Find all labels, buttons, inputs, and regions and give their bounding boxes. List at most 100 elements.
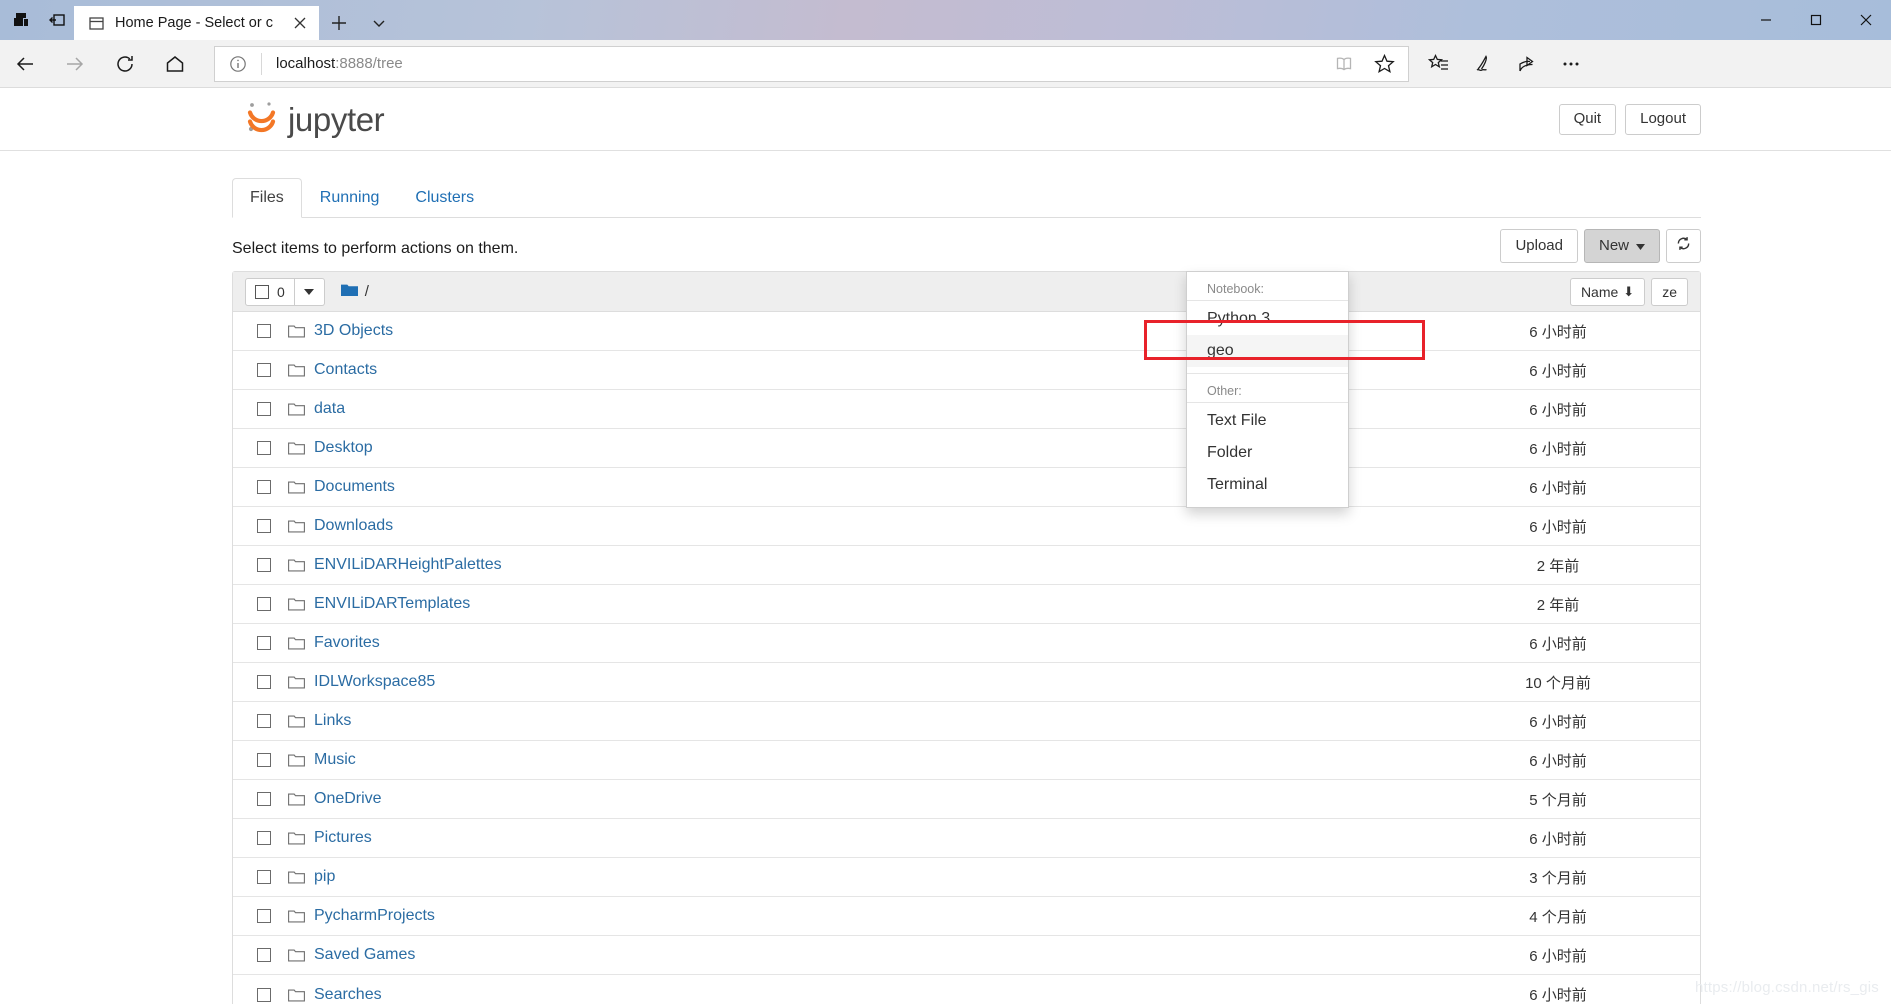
table-row[interactable]: Searches 6 小时前 xyxy=(233,975,1700,1004)
file-name-link[interactable]: pip xyxy=(314,868,1428,886)
tab-clusters[interactable]: Clusters xyxy=(397,178,492,218)
favorites-hub-icon[interactable] xyxy=(1417,44,1461,84)
file-modified-time: 6 小时前 xyxy=(1529,752,1587,770)
table-row[interactable]: 3D Objects 6 小时前 xyxy=(233,312,1700,351)
row-checkbox[interactable] xyxy=(257,558,271,572)
file-name-link[interactable]: Links xyxy=(314,712,1428,730)
file-name-link[interactable]: Searches xyxy=(314,986,1428,1004)
select-all-dropdown[interactable] xyxy=(294,277,325,306)
web-note-icon[interactable] xyxy=(1461,44,1505,84)
sort-by-size-button[interactable]: ze xyxy=(1651,278,1688,306)
breadcrumb[interactable]: / xyxy=(340,283,369,301)
table-row[interactable]: Saved Games 6 小时前 xyxy=(233,936,1700,975)
more-icon[interactable] xyxy=(1549,44,1593,84)
row-checkbox[interactable] xyxy=(257,792,271,806)
window-stack-icon[interactable] xyxy=(10,9,32,31)
row-checkbox[interactable] xyxy=(257,948,271,962)
sort-name-label: Name xyxy=(1580,284,1619,300)
row-checkbox[interactable] xyxy=(257,714,271,728)
table-row[interactable]: Contacts 6 小时前 xyxy=(233,351,1700,390)
file-name-link[interactable]: ENVILiDARHeightPalettes xyxy=(314,556,1428,574)
folder-icon xyxy=(288,558,305,572)
file-name-link[interactable]: Music xyxy=(314,751,1428,769)
tab-files[interactable]: Files xyxy=(232,178,302,218)
new-tab-button[interactable] xyxy=(319,6,359,40)
jupyter-logo-icon xyxy=(245,99,279,140)
home-icon[interactable] xyxy=(150,44,200,84)
table-row[interactable]: Desktop 6 小时前 xyxy=(233,429,1700,468)
close-icon[interactable] xyxy=(289,12,311,34)
menu-item-python3[interactable]: Python 3 xyxy=(1187,303,1348,335)
row-checkbox[interactable] xyxy=(257,831,271,845)
file-name-link[interactable]: Saved Games xyxy=(314,946,1428,964)
row-checkbox[interactable] xyxy=(257,909,271,923)
share-icon[interactable] xyxy=(1505,44,1549,84)
new-button[interactable]: New xyxy=(1583,229,1660,263)
book-icon[interactable] xyxy=(1326,47,1362,81)
file-name-link[interactable]: Favorites xyxy=(314,634,1428,652)
table-row[interactable]: Links 6 小时前 xyxy=(233,702,1700,741)
row-checkbox[interactable] xyxy=(257,519,271,533)
row-checkbox[interactable] xyxy=(257,987,271,1002)
row-checkbox[interactable] xyxy=(257,597,271,611)
back-arrow-icon[interactable] xyxy=(0,44,50,84)
menu-item-geo[interactable]: geo xyxy=(1187,335,1348,367)
table-row[interactable]: OneDrive 5 个月前 xyxy=(233,780,1700,819)
refresh-icon[interactable] xyxy=(100,44,150,84)
menu-item-terminal[interactable]: Terminal xyxy=(1187,469,1348,501)
table-row[interactable]: ENVILiDARTemplates 2 年前 xyxy=(233,585,1700,624)
browser-tab[interactable]: Home Page - Select or c xyxy=(74,6,319,40)
table-row[interactable]: ENVILiDARHeightPalettes 2 年前 xyxy=(233,546,1700,585)
address-bar[interactable]: localhost:8888/tree xyxy=(214,45,1409,82)
row-checkbox[interactable] xyxy=(257,480,271,494)
row-checkbox[interactable] xyxy=(257,675,271,689)
sort-by-name-button[interactable]: Name ⬇ xyxy=(1569,278,1646,306)
table-row[interactable]: PycharmProjects 4 个月前 xyxy=(233,897,1700,936)
select-all-group: 0 xyxy=(245,277,325,306)
table-row[interactable]: Music 6 小时前 xyxy=(233,741,1700,780)
menu-item-text-file[interactable]: Text File xyxy=(1187,405,1348,437)
info-icon[interactable] xyxy=(215,55,261,73)
table-row[interactable]: Pictures 6 小时前 xyxy=(233,819,1700,858)
maximize-icon[interactable] xyxy=(1791,0,1841,40)
file-name-link[interactable]: OneDrive xyxy=(314,790,1428,808)
upload-button[interactable]: Upload xyxy=(1500,229,1578,263)
chevron-down-icon[interactable] xyxy=(359,6,399,40)
address-url[interactable]: localhost:8888/tree xyxy=(262,55,1326,72)
select-all-checkbox[interactable]: 0 xyxy=(245,277,295,306)
file-name-link[interactable]: Pictures xyxy=(314,829,1428,847)
file-name-link[interactable]: Downloads xyxy=(314,517,1428,535)
quit-button[interactable]: Quit xyxy=(1558,104,1617,135)
star-icon[interactable] xyxy=(1366,47,1402,81)
row-checkbox[interactable] xyxy=(257,636,271,650)
file-modified-time: 6 小时前 xyxy=(1529,323,1587,341)
menu-item-folder[interactable]: Folder xyxy=(1187,437,1348,469)
row-checkbox[interactable] xyxy=(257,324,271,338)
file-modified-time: 6 小时前 xyxy=(1529,713,1587,731)
table-row[interactable]: Favorites 6 小时前 xyxy=(233,624,1700,663)
file-modified-time: 6 小时前 xyxy=(1529,947,1587,965)
table-row[interactable]: pip 3 个月前 xyxy=(233,858,1700,897)
folder-icon xyxy=(340,283,358,301)
file-name-link[interactable]: PycharmProjects xyxy=(314,907,1428,925)
table-row[interactable]: IDLWorkspace85 10 个月前 xyxy=(233,663,1700,702)
row-checkbox[interactable] xyxy=(257,441,271,455)
minimize-icon[interactable] xyxy=(1741,0,1791,40)
table-row[interactable]: Documents 6 小时前 xyxy=(233,468,1700,507)
row-checkbox[interactable] xyxy=(257,363,271,377)
close-icon[interactable] xyxy=(1841,0,1891,40)
row-checkbox[interactable] xyxy=(257,753,271,767)
row-checkbox[interactable] xyxy=(257,870,271,884)
row-checkbox[interactable] xyxy=(257,402,271,416)
refresh-button[interactable] xyxy=(1666,229,1701,263)
jupyter-logo[interactable]: jupyter xyxy=(245,99,385,140)
tab-running[interactable]: Running xyxy=(302,178,398,218)
folder-icon xyxy=(288,831,305,845)
file-name-link[interactable]: IDLWorkspace85 xyxy=(314,673,1428,691)
table-row[interactable]: data 6 小时前 xyxy=(233,390,1700,429)
file-name-link[interactable]: ENVILiDARTemplates xyxy=(314,595,1428,613)
table-row[interactable]: Downloads 6 小时前 xyxy=(233,507,1700,546)
logout-button[interactable]: Logout xyxy=(1625,104,1701,135)
file-modified-time: 6 小时前 xyxy=(1529,830,1587,848)
set-aside-tabs-icon[interactable] xyxy=(46,9,68,31)
